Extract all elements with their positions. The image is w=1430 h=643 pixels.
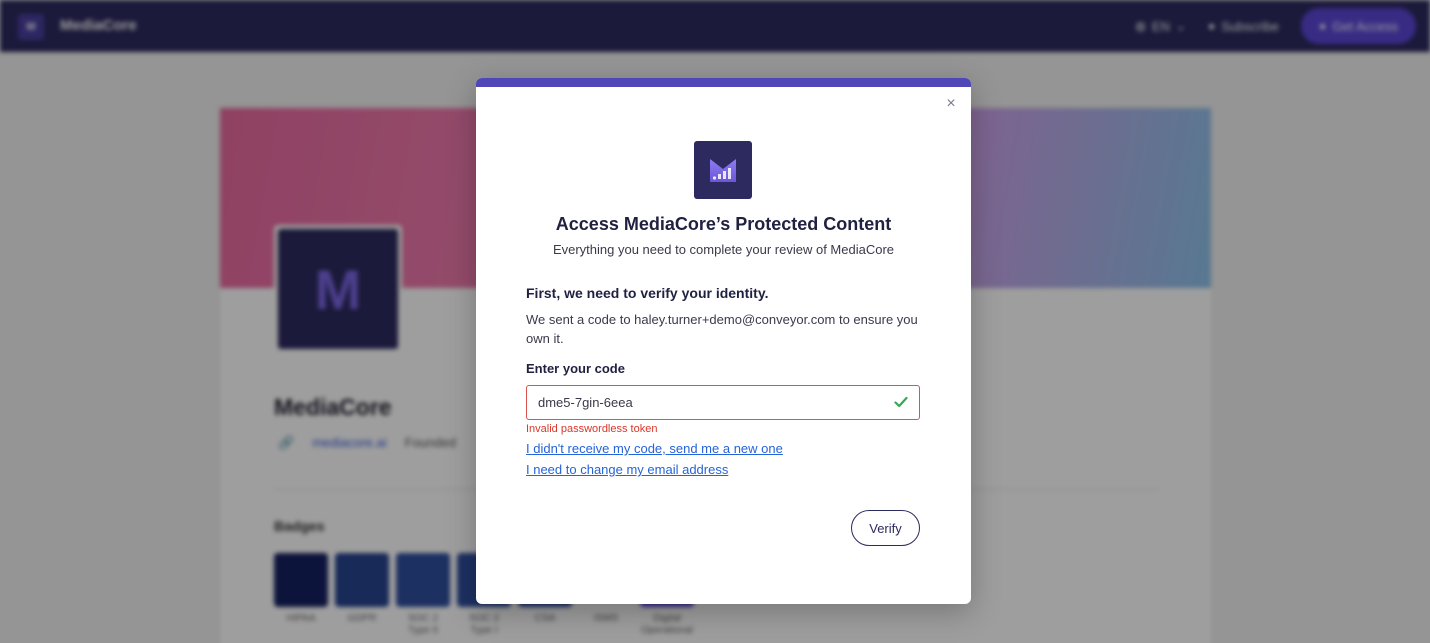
verify-heading: First, we need to verify your identity.: [526, 285, 769, 301]
verify-identity-modal: × Access MediaCore’s Protected Content E…: [476, 78, 971, 604]
code-field-label: Enter your code: [526, 361, 625, 376]
change-email-link[interactable]: I need to change my email address: [526, 462, 728, 477]
mediacore-mark-icon: [710, 159, 736, 182]
modal-accent-bar: [476, 78, 971, 87]
resend-code-link[interactable]: I didn't receive my code, send me a new …: [526, 441, 783, 456]
verify-description: We sent a code to haley.turner+demo@conv…: [526, 312, 918, 346]
verify-button[interactable]: Verify: [851, 510, 920, 546]
code-input[interactable]: [527, 386, 919, 419]
modal-subtitle: Everything you need to complete your rev…: [552, 242, 895, 257]
mediacore-logo-icon: [694, 141, 752, 199]
code-field: [526, 385, 920, 420]
modal-title: Access MediaCore’s Protected Content: [555, 214, 892, 234]
checkmark-icon: [894, 396, 908, 408]
code-error-message: Invalid passwordless token: [526, 423, 658, 435]
close-icon[interactable]: ×: [943, 96, 959, 112]
